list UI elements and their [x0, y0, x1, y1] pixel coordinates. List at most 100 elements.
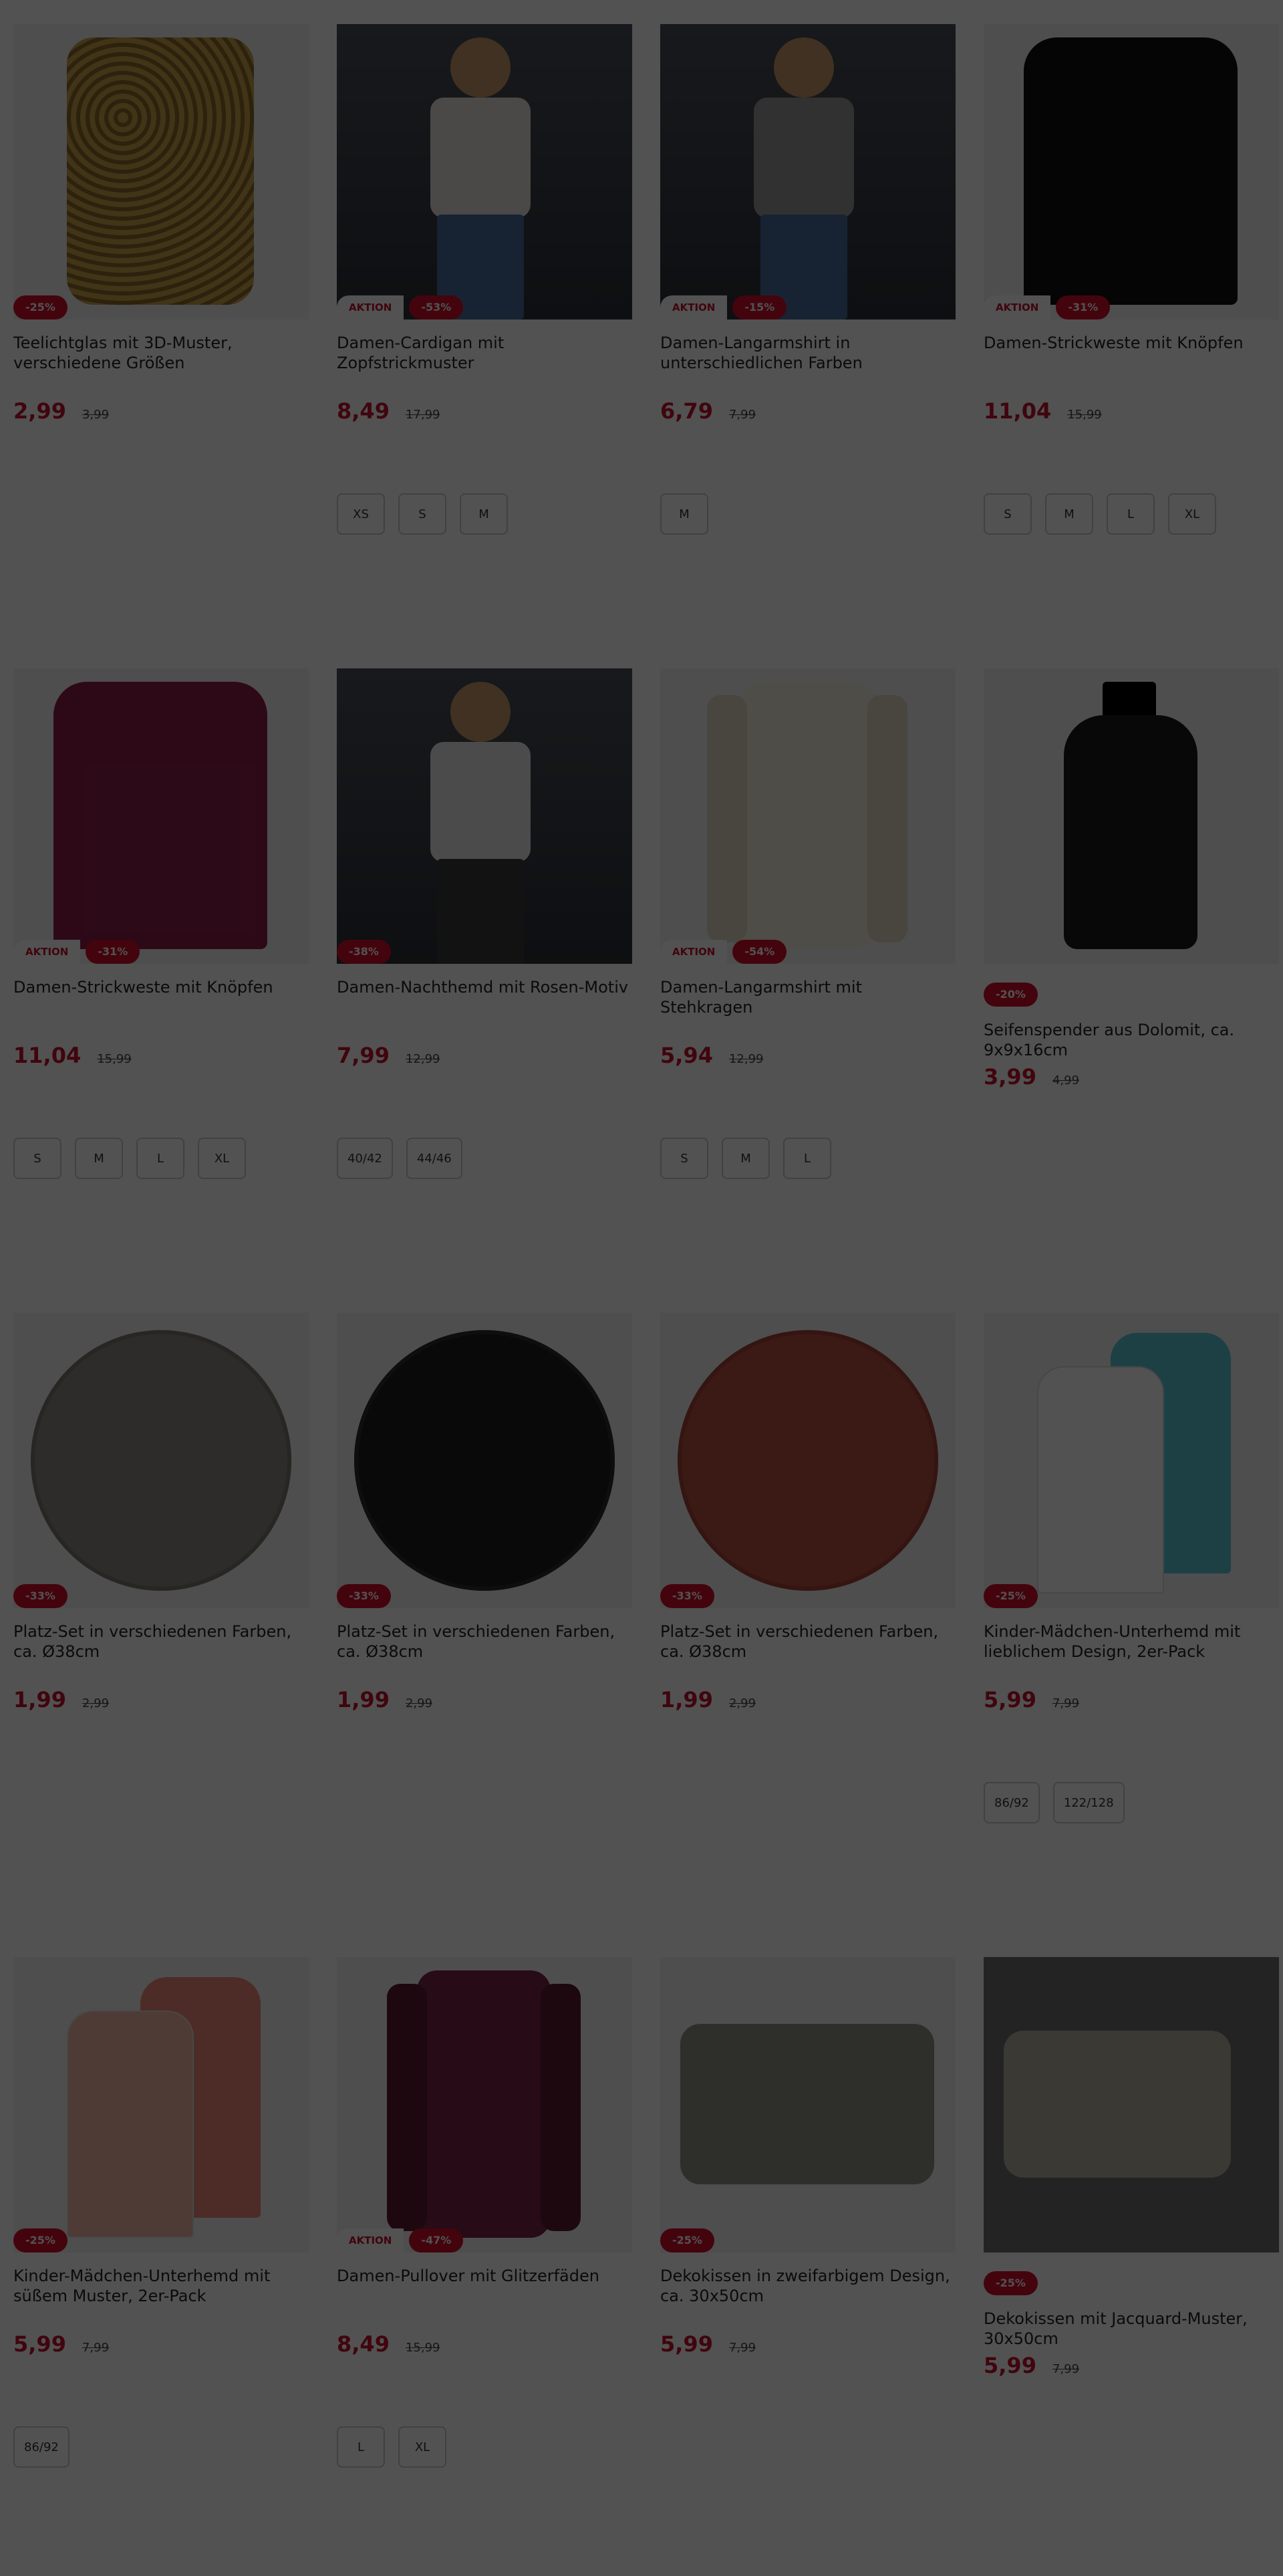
original-price: 12,99 [728, 1052, 764, 1066]
size-option-button[interactable]: S [984, 493, 1032, 535]
discount-badge: -25% [984, 2271, 1038, 2295]
product-image[interactable]: -33% [660, 1313, 956, 1608]
size-selector: XS S M [337, 493, 632, 535]
product-title[interactable]: Dekokissen mit Jacquard-Muster, 30x50cm [984, 2309, 1279, 2349]
product-badges: AKTION -31% [984, 295, 1111, 319]
product-card[interactable]: AKTION -15% Damen-Langarmshirt in untersch… [660, 0, 956, 644]
product-badges: -25% [984, 2271, 1279, 2295]
product-title[interactable]: Platz-Set in verschiedenen Farben, ca. Ø… [337, 1622, 632, 1662]
product-title[interactable]: Kinder-Mädchen-Unterhemd mit lieblichem … [984, 1622, 1279, 1662]
size-option-button[interactable]: L [1107, 493, 1155, 535]
product-image[interactable]: AKTION -15% [660, 24, 956, 319]
product-card[interactable]: AKTION -47% Damen-Pullover mit Glitzerfäde… [337, 1933, 632, 2576]
size-option-button[interactable]: M [660, 493, 708, 535]
size-option-button[interactable]: M [722, 1138, 770, 1179]
size-option-button[interactable]: M [460, 493, 508, 535]
product-image[interactable]: -25% [13, 1957, 309, 2252]
product-image[interactable] [984, 668, 1279, 964]
original-price: 2,99 [728, 1696, 756, 1710]
product-card[interactable]: -33% Platz-Set in verschiedenen Farben, c… [660, 1289, 956, 1933]
product-card[interactable]: AKTION -53% Damen-Cardigan mit Zopfstrickm… [337, 0, 632, 644]
size-option-button[interactable]: 44/46 [406, 1138, 462, 1179]
size-option-button[interactable]: S [398, 493, 446, 535]
model-top-image [430, 742, 531, 862]
size-option-button[interactable]: M [1045, 493, 1093, 535]
product-title[interactable]: Damen-Strickweste mit Knöpfen [13, 977, 309, 1017]
placemat-image [354, 1330, 615, 1591]
candle-glass-image [67, 37, 254, 305]
size-option-button[interactable]: S [660, 1138, 708, 1179]
size-selector: L XL [337, 2426, 632, 2468]
sale-price: 5,99 [984, 1687, 1036, 1712]
size-option-button[interactable]: XL [198, 1138, 246, 1179]
product-image[interactable]: AKTION -31% [13, 668, 309, 964]
size-option-button[interactable]: L [136, 1138, 184, 1179]
product-image[interactable]: -25% [984, 1313, 1279, 1608]
product-badges: AKTION -54% [660, 940, 787, 964]
cushion-image [680, 2024, 934, 2184]
original-price: 7,99 [728, 2341, 756, 2355]
product-title[interactable]: Platz-Set in verschiedenen Farben, ca. Ø… [660, 1622, 956, 1662]
sale-price: 3,99 [984, 1064, 1036, 1089]
dispenser-body-image [1064, 715, 1197, 949]
product-card[interactable]: AKTION -31% Damen-Strickweste mit Knöpfen 1… [13, 644, 309, 1289]
sale-price: 7,99 [337, 1043, 390, 1068]
product-card[interactable]: -25% Dekokissen mit Jacquard-Muster, 30x5… [984, 1933, 1279, 2576]
product-title[interactable]: Damen-Cardigan mit Zopfstrickmuster [337, 333, 632, 373]
product-image[interactable]: -25% [660, 1957, 956, 2252]
product-image[interactable]: -38% [337, 668, 632, 964]
product-title[interactable]: Damen-Langarmshirt in unterschiedlichen … [660, 333, 956, 373]
product-image[interactable]: AKTION -31% [984, 24, 1279, 319]
product-image[interactable]: -33% [13, 1313, 309, 1608]
product-card[interactable]: -33% Platz-Set in verschiedenen Farben, c… [337, 1289, 632, 1933]
model-top-image [754, 98, 854, 218]
product-card[interactable]: -25% Kinder-Mädchen-Unterhemd mit lieblic… [984, 1289, 1279, 1933]
product-card[interactable]: -25% Teelichtglas mit 3D-Muster, verschie… [13, 0, 309, 644]
product-title[interactable]: Platz-Set in verschiedenen Farben, ca. Ø… [13, 1622, 309, 1662]
sale-price: 1,99 [337, 1687, 390, 1712]
product-card[interactable]: -33% Platz-Set in verschiedenen Farben, c… [13, 1289, 309, 1933]
size-option-button[interactable]: XS [337, 493, 385, 535]
product-title[interactable]: Dekokissen in zweifarbigem Design, ca. 3… [660, 2266, 956, 2306]
product-image[interactable]: AKTION -53% [337, 24, 632, 319]
product-image[interactable]: -25% [13, 24, 309, 319]
size-option-button[interactable]: XL [398, 2426, 446, 2468]
discount-badge: -33% [660, 1584, 714, 1608]
size-option-button[interactable]: 40/42 [337, 1138, 393, 1179]
size-option-button[interactable]: XL [1168, 493, 1216, 535]
product-image[interactable] [984, 1957, 1279, 2252]
size-selector: 86/92 [13, 2426, 309, 2468]
original-price: 7,99 [82, 2341, 110, 2355]
size-option-button[interactable]: L [337, 2426, 385, 2468]
size-option-button[interactable]: 86/92 [13, 2426, 69, 2468]
product-title[interactable]: Damen-Strickweste mit Knöpfen [984, 333, 1279, 373]
size-option-button[interactable]: L [783, 1138, 831, 1179]
size-selector: S M L XL [984, 493, 1279, 535]
product-title[interactable]: Damen-Langarmshirt mit Stehkragen [660, 977, 956, 1017]
product-title[interactable]: Teelichtglas mit 3D-Muster, verschiedene… [13, 333, 309, 373]
product-card[interactable]: -25% Kinder-Mädchen-Unterhemd mit süßem M… [13, 1933, 309, 2576]
size-option-button[interactable]: M [75, 1138, 123, 1179]
product-image[interactable]: AKTION -47% [337, 1957, 632, 2252]
product-title[interactable]: Seifenspender aus Dolomit, ca. 9x9x16cm [984, 1020, 1279, 1060]
original-price: 7,99 [1052, 1696, 1080, 1710]
size-option-button[interactable]: 86/92 [984, 1782, 1040, 1823]
product-title[interactable]: Damen-Pullover mit Glitzerfäden [337, 2266, 632, 2306]
product-card[interactable]: -25% Dekokissen in zweifarbigem Design, c… [660, 1933, 956, 2576]
discount-badge: -53% [409, 295, 464, 319]
aktion-badge: AKTION [660, 940, 728, 964]
product-image[interactable]: AKTION -54% [660, 668, 956, 964]
product-card[interactable]: -38% Damen-Nachthemd mit Rosen-Motiv 7,99 1… [337, 644, 632, 1289]
product-title[interactable]: Kinder-Mädchen-Unterhemd mit süßem Muste… [13, 2266, 309, 2306]
product-card[interactable]: AKTION -54% Damen-Langarmshirt mit Stehkra… [660, 644, 956, 1289]
price-row: 11,04 15,99 [13, 1043, 309, 1068]
product-badges: -33% [337, 1584, 391, 1608]
product-title[interactable]: Damen-Nachthemd mit Rosen-Motiv [337, 977, 632, 1017]
product-card[interactable]: -20% Seifenspender aus Dolomit, ca. 9x9x1… [984, 644, 1279, 1289]
original-price: 7,99 [1052, 2362, 1080, 2376]
product-image[interactable]: -33% [337, 1313, 632, 1608]
size-option-button[interactable]: S [13, 1138, 61, 1179]
size-option-button[interactable]: 122/128 [1052, 1782, 1125, 1823]
discount-badge: -25% [13, 295, 67, 319]
product-card[interactable]: AKTION -31% Damen-Strickweste mit Knöpfen 1… [984, 0, 1279, 644]
